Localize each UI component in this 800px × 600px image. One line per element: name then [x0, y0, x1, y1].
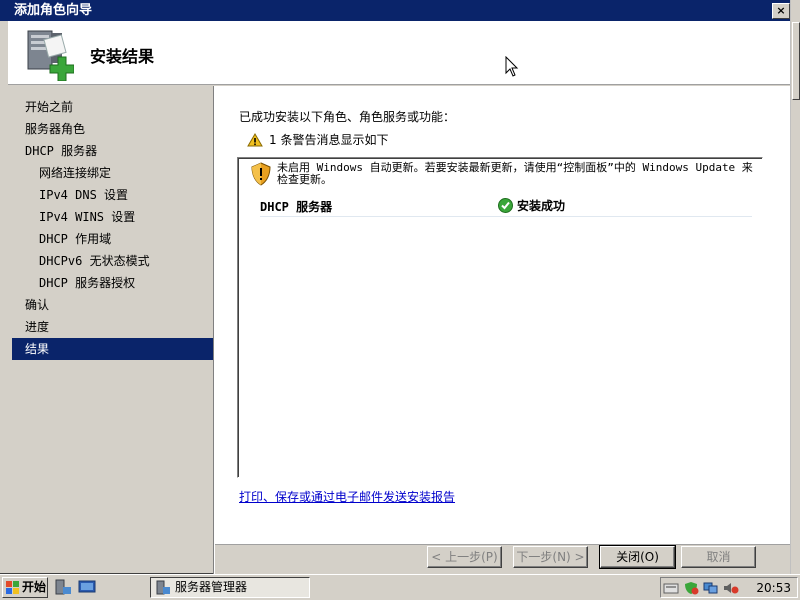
warning-summary-text: 1 条警告消息显示如下	[269, 133, 389, 147]
security-alert-icon[interactable]	[683, 581, 699, 595]
close-button[interactable]: 关闭(O)	[599, 545, 676, 569]
vertical-scrollbar[interactable]	[790, 0, 800, 574]
add-roles-wizard-window: 添加角色向导 × 安装结果 开始之前 服务器角色 DHCP 服务器 网络连接绑定…	[0, 0, 800, 574]
taskbar: 开始 服务器管理器 20:53	[0, 574, 800, 600]
wizard-button-bar: < 上一步(P) 下一步(N) > 关闭(O) 取消	[215, 544, 790, 574]
warning-message: 未启用 Windows 自动更新。若要安装最新更新，请使用“控制面板”中的 Wi…	[277, 161, 753, 186]
volume-muted-icon[interactable]	[723, 581, 739, 595]
nav-item-dhcpv6-stateless[interactable]: DHCPv6 无状态模式	[12, 250, 214, 272]
previous-button[interactable]: < 上一步(P)	[427, 546, 502, 568]
clock[interactable]: 20:53	[756, 581, 797, 595]
server-manager-icon[interactable]	[54, 579, 72, 595]
wizard-header: 安装结果	[8, 21, 790, 85]
server-add-icon	[27, 30, 74, 81]
nav-item-dhcp-scope[interactable]: DHCP 作用域	[12, 228, 214, 250]
cancel-button[interactable]: 取消	[681, 546, 756, 568]
role-status-text: 安装成功	[517, 199, 566, 213]
role-status: 安装成功	[498, 197, 565, 214]
results-panel: 已成功安装以下角色、角色服务或功能： 1 条警告消息显示如下 未启用 Windo…	[215, 86, 790, 544]
role-name: DHCP 服务器	[260, 200, 333, 214]
title-bar[interactable]: 添加角色向导 ×	[0, 0, 790, 21]
success-check-icon	[498, 198, 513, 213]
taskbar-item-label: 服务器管理器	[175, 580, 248, 594]
warning-icon	[247, 132, 263, 146]
nav-item-results[interactable]: 结果	[12, 338, 214, 360]
network-icon[interactable]	[703, 581, 719, 595]
start-button[interactable]: 开始	[2, 577, 48, 598]
install-report-link[interactable]: 打印、保存或通过电子邮件发送安装报告	[239, 488, 455, 505]
server-manager-icon	[156, 580, 170, 594]
result-row: DHCP 服务器 安装成功	[260, 198, 752, 217]
windows-logo-icon	[6, 580, 19, 594]
nav-item-network-binding[interactable]: 网络连接绑定	[12, 162, 214, 184]
results-heading: 已成功安装以下角色、角色服务或功能：	[239, 110, 456, 124]
page-title: 安装结果	[90, 47, 155, 66]
window-title: 添加角色向导	[14, 3, 93, 18]
mouse-cursor-icon	[505, 56, 519, 77]
quick-launch	[54, 579, 96, 595]
result-warning: 未启用 Windows 自动更新。若要安装最新更新，请使用“控制面板”中的 Wi…	[250, 162, 762, 186]
nav-item-dhcp-server[interactable]: DHCP 服务器	[12, 140, 214, 162]
keyboard-icon[interactable]	[663, 581, 679, 595]
wizard-steps-nav: 开始之前 服务器角色 DHCP 服务器 网络连接绑定 IPv4 DNS 设置 I…	[12, 96, 214, 572]
close-window-button[interactable]: ×	[772, 3, 790, 19]
show-desktop-icon[interactable]	[78, 579, 96, 595]
start-label: 开始	[22, 580, 47, 594]
nav-item-server-roles[interactable]: 服务器角色	[12, 118, 214, 140]
nav-item-confirmation[interactable]: 确认	[12, 294, 214, 316]
system-tray: 20:53	[660, 577, 798, 598]
next-button[interactable]: 下一步(N) >	[513, 546, 588, 568]
nav-item-dhcp-authorization[interactable]: DHCP 服务器授权	[12, 272, 214, 294]
taskbar-item-server-manager[interactable]: 服务器管理器	[150, 577, 310, 598]
shield-warning-icon	[251, 162, 271, 186]
nav-item-progress[interactable]: 进度	[12, 316, 214, 338]
scrollbar-thumb[interactable]	[792, 22, 800, 100]
nav-item-before-you-begin[interactable]: 开始之前	[12, 96, 214, 118]
results-list[interactable]: 未启用 Windows 自动更新。若要安装最新更新，请使用“控制面板”中的 Wi…	[237, 157, 763, 478]
nav-item-ipv4-wins[interactable]: IPv4 WINS 设置	[12, 206, 214, 228]
nav-item-ipv4-dns[interactable]: IPv4 DNS 设置	[12, 184, 214, 206]
warning-summary: 1 条警告消息显示如下	[247, 131, 388, 148]
